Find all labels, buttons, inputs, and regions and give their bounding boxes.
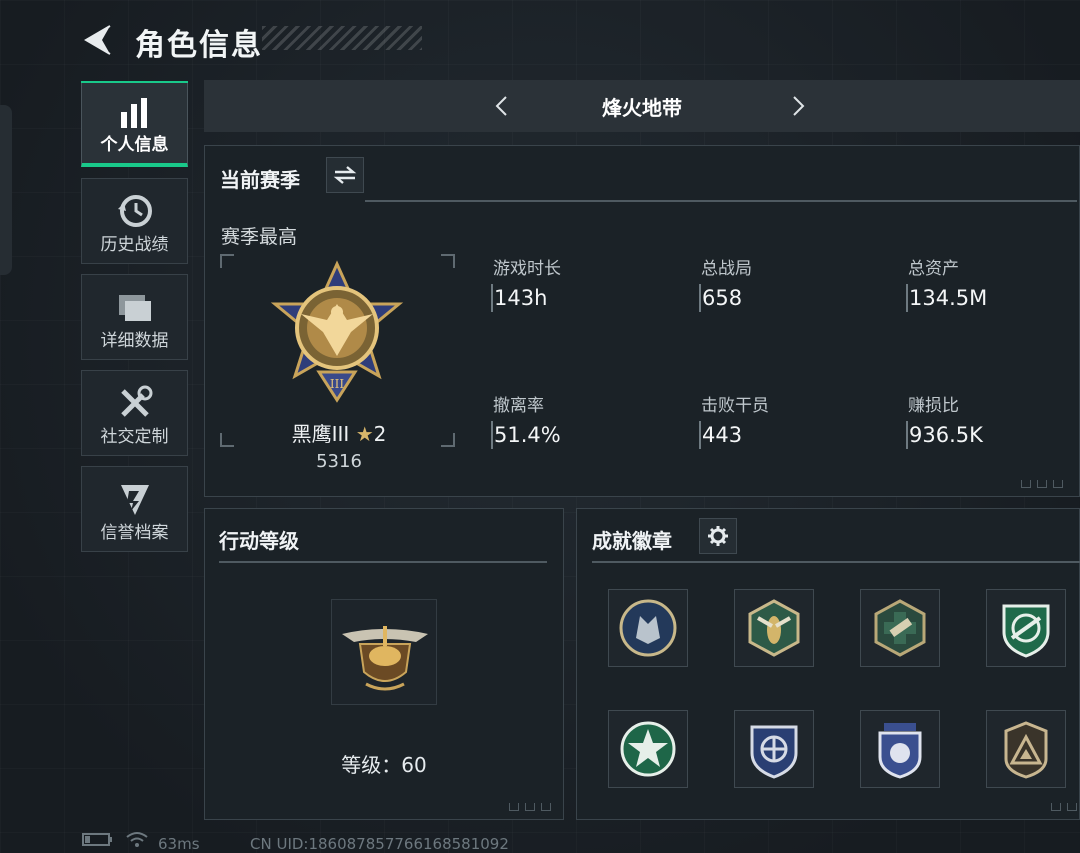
- stat-value: 134.5M: [909, 286, 988, 310]
- achievement-badge-8[interactable]: [986, 710, 1066, 788]
- achievement-badge-2[interactable]: [734, 589, 814, 667]
- title-decoration: [262, 26, 422, 50]
- page-title: 角色信息: [135, 28, 263, 63]
- achievement-badge-1[interactable]: [608, 589, 688, 667]
- tools-icon: [120, 385, 152, 417]
- battery-icon: [82, 831, 114, 851]
- sidebar-item-social-custom[interactable]: 社交定制: [81, 370, 188, 456]
- stat-divider: [491, 421, 493, 449]
- rank-score: 5316: [316, 451, 362, 472]
- sidebar-item-detailed-data[interactable]: 详细数据: [81, 274, 188, 360]
- frame-corner: [441, 254, 455, 268]
- mode-name: 烽火地带: [602, 96, 682, 120]
- triangle-badge-icon: [1004, 721, 1048, 779]
- star-badge-icon: [620, 721, 676, 777]
- svg-text:III: III: [330, 377, 344, 391]
- crosshair-rifle-badge-icon: [1002, 604, 1050, 658]
- stat-divider: [906, 284, 908, 312]
- achievements-panel: 成就徽章: [576, 508, 1080, 820]
- history-icon: [117, 195, 152, 227]
- stat-divider: [906, 421, 908, 449]
- swap-button[interactable]: [326, 157, 364, 193]
- stat-value: 143h: [494, 286, 548, 310]
- left-drawer-handle[interactable]: [0, 105, 12, 275]
- helicopter-emblem-icon: [342, 626, 428, 691]
- rank-name: 黑鹰III: [291, 422, 350, 446]
- divider: [592, 561, 1080, 563]
- rank-stars: 2: [373, 422, 387, 446]
- shield-crosshair-badge-icon: [750, 725, 798, 779]
- stat-label: 总战局: [701, 259, 752, 279]
- swap-icon: [333, 166, 357, 184]
- divider: [365, 200, 1077, 202]
- achievement-badge-4[interactable]: [986, 589, 1066, 667]
- sidebar-item-label: 历史战绩: [100, 235, 169, 255]
- gear-icon: [708, 526, 728, 546]
- action-level-panel: 行动等级 等级：60: [204, 508, 564, 820]
- achievements-title: 成就徽章: [592, 529, 672, 553]
- ping-value: 63ms: [158, 835, 200, 853]
- medic-badge-icon: [874, 599, 926, 657]
- action-level-title: 行动等级: [219, 529, 299, 553]
- achievement-badge-5[interactable]: [608, 710, 688, 788]
- rank-line: 黑鹰III ★2: [221, 418, 457, 447]
- divider: [219, 561, 547, 563]
- sidebar-item-label: 信誉档案: [100, 523, 169, 543]
- achievement-badge-7[interactable]: [860, 710, 940, 788]
- action-level-emblem-frame: [331, 599, 437, 705]
- stat-label: 总资产: [908, 259, 959, 279]
- action-level-text: 等级：60: [341, 753, 427, 777]
- black-hawk-rank-emblem-icon: III: [270, 260, 404, 403]
- sidebar-item-history[interactable]: 历史战绩: [81, 178, 188, 264]
- stat-label: 撤离率: [493, 396, 544, 416]
- bar-chart-icon: [120, 98, 147, 128]
- folder-icon: [118, 295, 151, 321]
- wasp-badge-icon: [748, 599, 800, 657]
- stat-value: 443: [702, 423, 743, 447]
- season-best-label: 赛季最高: [221, 226, 298, 248]
- achievement-settings-button[interactable]: [699, 518, 737, 554]
- season-panel-title: 当前赛季: [220, 168, 300, 192]
- stat-divider: [491, 284, 493, 312]
- police-badge-icon: [878, 723, 922, 779]
- stat-value: 51.4%: [494, 423, 561, 447]
- panel-decoration: [1051, 803, 1080, 813]
- achievement-badge-6[interactable]: [734, 710, 814, 788]
- mode-selector: 烽火地带: [204, 80, 1080, 132]
- chevron-right-icon[interactable]: [786, 94, 810, 118]
- stat-divider: [699, 421, 701, 449]
- panel-decoration: [509, 803, 557, 813]
- season-panel: 当前赛季 赛季最高 III 黑鹰III ★2 5316 游戏时长 143h 总战…: [204, 145, 1080, 497]
- panel-decoration: [1021, 480, 1069, 490]
- back-arrow-icon[interactable]: [80, 24, 114, 56]
- sidebar-item-label: 详细数据: [100, 331, 169, 351]
- sidebar-item-personal-info[interactable]: 个人信息: [81, 81, 188, 167]
- frame-corner: [220, 254, 234, 268]
- stat-label: 赚损比: [908, 396, 959, 416]
- wifi-icon: [126, 831, 148, 851]
- wolf-badge-icon: [619, 599, 677, 657]
- credit-shield-icon: [120, 485, 149, 515]
- player-uid: CN UID:18608785776616858109​2: [250, 835, 509, 853]
- stat-divider: [699, 284, 701, 312]
- sidebar-item-credit-file[interactable]: 信誉档案: [81, 466, 188, 552]
- achievement-badge-3[interactable]: [860, 589, 940, 667]
- stat-value: 658: [702, 286, 743, 310]
- stat-value: 936.5K: [909, 423, 983, 447]
- rank-star-icon: ★: [355, 422, 374, 446]
- sidebar-item-label: 社交定制: [100, 427, 169, 447]
- stat-label: 游戏时长: [493, 259, 561, 279]
- stat-label: 击败干员: [701, 396, 769, 416]
